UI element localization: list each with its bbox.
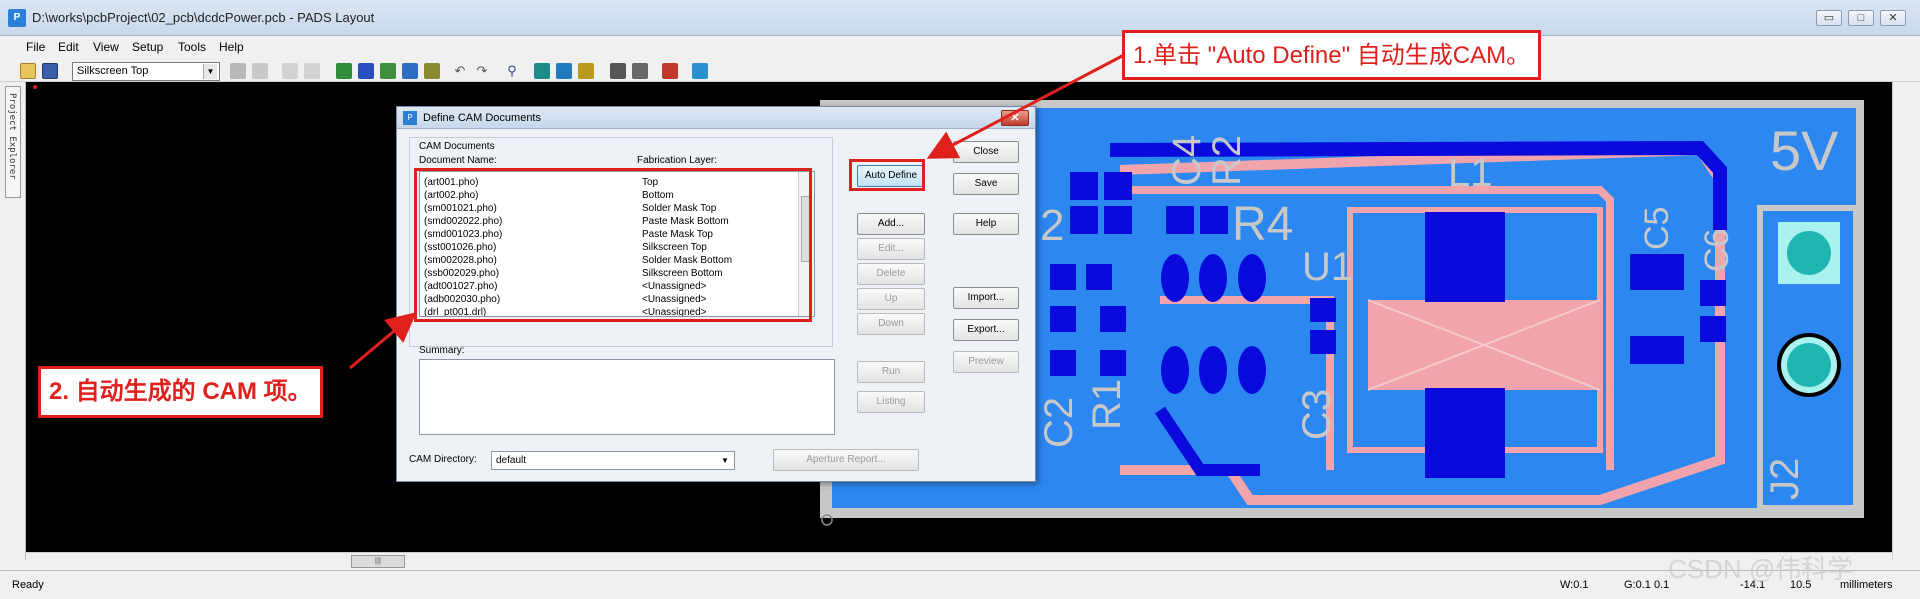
layer-select[interactable]: Silkscreen Top ▼ [72,62,220,81]
route-icon[interactable] [282,63,298,79]
summary-label: Summary: [419,345,465,356]
window-close-button[interactable]: ✕ [1880,10,1906,26]
dialog-close-button[interactable]: ✕ [1001,110,1029,126]
grid-icon[interactable] [304,63,320,79]
status-grid: G:0.1 0.1 [1624,579,1670,591]
label-c2: C2 [1037,397,1081,448]
add-button[interactable]: Add... [857,213,925,235]
split-icon[interactable] [358,63,374,79]
label-u1: U1 [1302,245,1353,289]
menu-edit[interactable]: Edit [58,40,79,54]
menu-bar: File Edit View Setup Tools Help [0,36,1920,60]
aperture-report-button[interactable]: Aperture Report... [773,449,919,471]
help-button[interactable]: Help [953,213,1019,235]
title-bar: P D:\works\pcbProject\02_pcb\dcdcPower.p… [0,0,1920,36]
main-toolbar: Silkscreen Top ▼ ↶ ↷ ⚲ [0,60,1920,82]
step2-callout: 2. 自动生成的 CAM 项。 [38,366,323,418]
project-explorer-label: Project Explorer [7,93,17,180]
scroll-thumb[interactable]: ||| [351,555,405,568]
zoom-icon[interactable]: ⚲ [504,63,520,79]
label-c5: C5 [1638,207,1676,250]
left-panel: Project Explorer [0,82,26,560]
menu-setup[interactable]: Setup [132,40,163,54]
pour-icon[interactable] [336,63,352,79]
vertical-scrollbar[interactable] [1892,82,1910,560]
label-r2: R2 [1205,135,1249,186]
inductor-pad-bottom [1425,388,1505,478]
window-title: D:\works\pcbProject\02_pcb\dcdcPower.pcb… [32,10,375,25]
properties-icon[interactable] [230,63,246,79]
window-icon[interactable] [632,63,648,79]
cam-directory-label: CAM Directory: [409,454,477,465]
export-button[interactable]: Export... [953,319,1019,341]
status-ready: Ready [12,579,44,591]
save-icon[interactable] [42,63,58,79]
edit-button[interactable]: Edit... [857,238,925,260]
down-button[interactable]: Down [857,313,925,335]
drc-icon[interactable] [534,63,550,79]
status-bar: Ready W:0.1 G:0.1 0.1 -14.1 10.5 millime… [0,554,1920,599]
report-icon[interactable] [610,63,626,79]
menu-help[interactable]: Help [219,40,244,54]
cam-directory-select[interactable]: default ▼ [491,451,735,470]
wizard-icon[interactable] [692,63,708,79]
col-fabrication-layer: Fabrication Layer: [637,155,718,166]
col-document-name: Document Name: [419,155,497,166]
cam-documents-label: CAM Documents [419,141,495,152]
cam-directory-value: default [496,455,527,466]
refresh-icon[interactable] [252,63,268,79]
up-button[interactable]: Up [857,288,925,310]
layer-select-value: Silkscreen Top [77,65,149,77]
minimize-button[interactable]: ▭ [1816,10,1842,26]
open-icon[interactable] [20,63,36,79]
check-icon[interactable] [556,63,572,79]
dialog-title: Define CAM Documents [423,112,541,124]
cursor-dot [33,85,37,89]
label-c4: C4 [1165,135,1209,186]
watermark: CSDN @伟科学 [1668,554,1854,584]
spell-icon[interactable] [662,63,678,79]
dialog-title-bar[interactable]: P Define CAM Documents ✕ [397,107,1035,129]
label-r4: R4 [1232,198,1293,251]
status-width: W:0.1 [1560,579,1589,591]
undo-icon[interactable]: ↶ [452,63,468,79]
label-c6: C6 [1698,229,1736,272]
label-5v: 5V [1770,119,1839,182]
maximize-button[interactable]: □ [1848,10,1874,26]
label-j2: J2 [1763,458,1807,500]
label-2: 2 [1040,201,1064,250]
label-r1: R1 [1085,379,1129,430]
auto-define-highlight [849,159,925,191]
horizontal-scrollbar[interactable]: ||| [26,552,1892,570]
menu-view[interactable]: View [93,40,119,54]
inductor-pad-top [1425,212,1505,302]
highlight-icon[interactable] [578,63,594,79]
label-l1: L1 [1448,151,1493,195]
cam-list-highlight [414,168,812,322]
import-button[interactable]: Import... [953,287,1019,309]
redo-icon[interactable]: ↷ [474,63,490,79]
route-tool-icon[interactable] [380,63,396,79]
delete-button[interactable]: Delete [857,263,925,285]
pads-app-icon: P [8,9,26,27]
step1-callout: 1.单击 "Auto Define" 自动生成CAM。 [1122,30,1542,80]
summary-box[interactable] [419,359,835,435]
component-icon[interactable] [424,63,440,79]
project-explorer-tab[interactable]: Project Explorer [5,86,21,198]
via-icon[interactable] [402,63,418,79]
chevron-down-icon: ▼ [721,456,729,465]
listing-button[interactable]: Listing [857,391,925,413]
dialog-app-icon: P [403,111,417,125]
close-button[interactable]: Close [953,141,1019,163]
menu-file[interactable]: File [26,40,45,54]
menu-tools[interactable]: Tools [178,40,206,54]
save-button[interactable]: Save [953,173,1019,195]
preview-button[interactable]: Preview [953,351,1019,373]
run-button[interactable]: Run [857,361,925,383]
label-c3: C3 [1295,389,1339,440]
chevron-down-icon: ▼ [203,64,217,79]
